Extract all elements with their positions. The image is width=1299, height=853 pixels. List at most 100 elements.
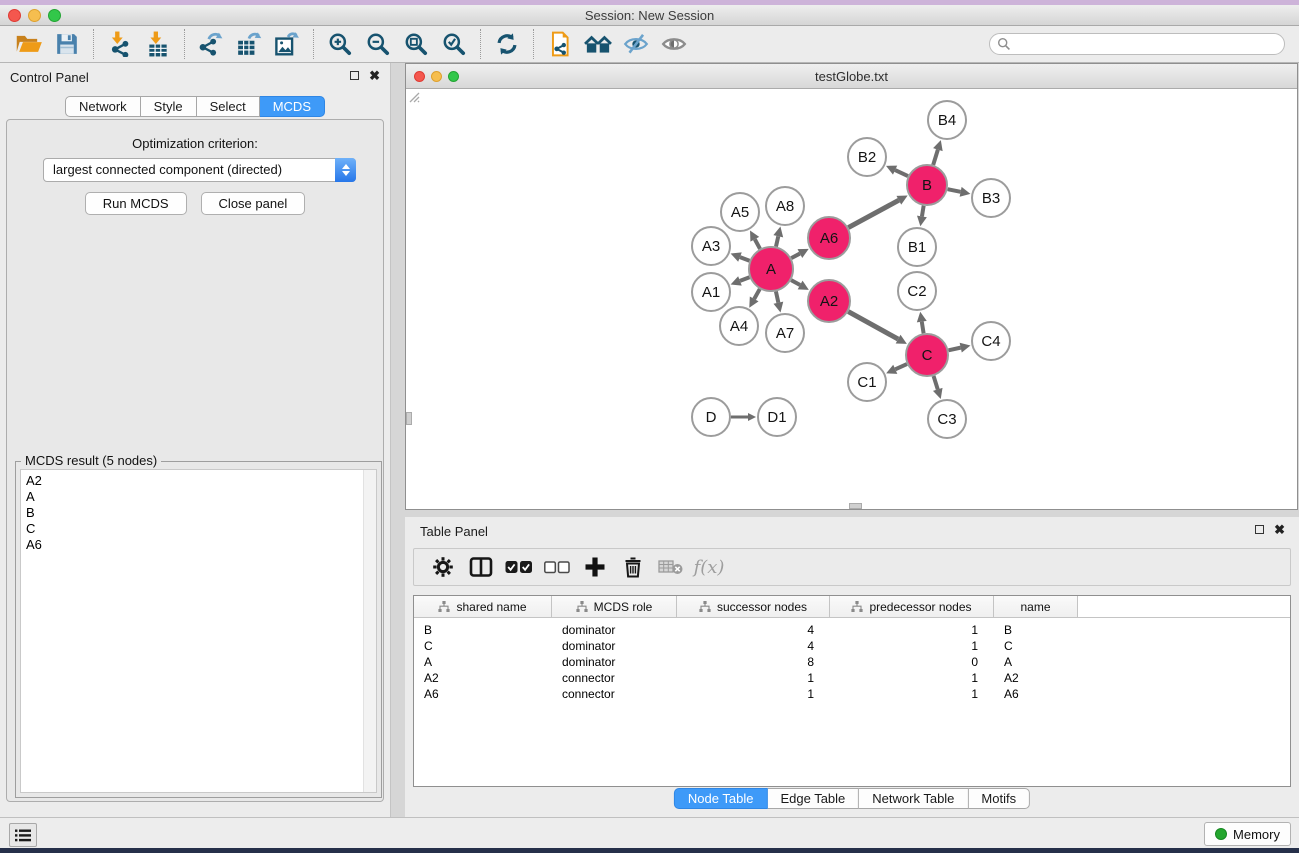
graph-node-B1[interactable]: B1 <box>898 228 936 266</box>
graph-edge[interactable] <box>755 239 760 249</box>
result-scrollbar[interactable] <box>363 470 376 792</box>
table-cell[interactable]: A2 <box>994 670 1078 686</box>
minimize-network-window-button[interactable] <box>431 71 442 82</box>
graph-node-A8[interactable]: A8 <box>766 187 804 225</box>
graph-node-B3[interactable]: B3 <box>972 179 1010 217</box>
table-row[interactable]: Adominator80A <box>414 654 1290 670</box>
mcds-result-item[interactable]: C <box>21 521 376 537</box>
mcds-result-item[interactable]: B <box>21 505 376 521</box>
graph-edge[interactable] <box>933 150 938 165</box>
graph-edge[interactable] <box>740 277 750 281</box>
zoom-network-window-button[interactable] <box>448 71 459 82</box>
table-cell[interactable]: 1 <box>830 638 994 654</box>
table-cell[interactable]: 1 <box>830 670 994 686</box>
zoom-selected-button[interactable] <box>435 28 473 60</box>
table-cell[interactable]: dominator <box>552 638 677 654</box>
graph-edge[interactable] <box>791 280 800 285</box>
mcds-result-list[interactable]: A2ABCA6 <box>20 469 377 793</box>
graph-node-A7[interactable]: A7 <box>766 314 804 352</box>
column-header-shared-name[interactable]: shared name <box>414 596 552 617</box>
graph-node-B[interactable]: B <box>907 165 947 205</box>
hide-graphics-details-button[interactable] <box>617 28 655 60</box>
run-mcds-button[interactable]: Run MCDS <box>85 192 187 215</box>
graph-edge[interactable] <box>922 206 924 217</box>
horizontal-scroll-thumb[interactable] <box>849 503 862 509</box>
home-button[interactable] <box>579 28 617 60</box>
table-cell[interactable]: A6 <box>994 686 1078 702</box>
graph-node-C3[interactable]: C3 <box>928 400 966 438</box>
column-header-successor-nodes[interactable]: successor nodes <box>677 596 830 617</box>
table-cell[interactable]: connector <box>552 670 677 686</box>
graph-edge[interactable] <box>754 289 760 299</box>
import-table-button[interactable] <box>139 28 177 60</box>
zoom-fit-button[interactable] <box>397 28 435 60</box>
graph-node-C[interactable]: C <box>906 334 948 376</box>
column-header-MCDS-role[interactable]: MCDS role <box>552 596 677 617</box>
close-table-panel-icon[interactable]: ✖ <box>1274 524 1285 535</box>
open-session-button[interactable] <box>10 28 48 60</box>
create-column-button[interactable] <box>578 552 612 582</box>
graph-node-A2[interactable]: A2 <box>808 280 850 322</box>
graph-node-A1[interactable]: A1 <box>692 273 730 311</box>
close-panel-icon[interactable]: ✖ <box>369 70 380 81</box>
graph-node-C1[interactable]: C1 <box>848 363 886 401</box>
close-window-button[interactable] <box>8 9 21 22</box>
zoom-window-button[interactable] <box>48 9 61 22</box>
tab-network-table[interactable]: Network Table <box>859 788 968 809</box>
refresh-layout-button[interactable] <box>488 28 526 60</box>
column-header-name[interactable]: name <box>994 596 1078 617</box>
memory-button[interactable]: Memory <box>1204 822 1291 846</box>
table-row[interactable]: Cdominator41C <box>414 638 1290 654</box>
table-settings-button[interactable] <box>426 552 460 582</box>
table-cell[interactable]: connector <box>552 686 677 702</box>
table-cell[interactable]: B <box>414 622 552 638</box>
deselect-all-columns-button[interactable] <box>540 552 574 582</box>
float-panel-icon[interactable] <box>350 71 359 80</box>
graph-edge[interactable] <box>895 364 907 369</box>
graph-node-A3[interactable]: A3 <box>692 227 730 265</box>
table-cell[interactable]: 1 <box>830 686 994 702</box>
vertical-scroll-thumb[interactable] <box>406 412 412 425</box>
graph-node-C4[interactable]: C4 <box>972 322 1010 360</box>
graph-edge[interactable] <box>934 376 938 389</box>
graph-edge[interactable] <box>740 257 750 261</box>
column-header-predecessor-nodes[interactable]: predecessor nodes <box>830 596 994 617</box>
select-all-columns-button[interactable] <box>502 552 536 582</box>
graph-node-A5[interactable]: A5 <box>721 193 759 231</box>
graph-edge[interactable] <box>776 291 778 302</box>
graph-node-A4[interactable]: A4 <box>720 307 758 345</box>
show-log-button[interactable] <box>9 823 37 847</box>
show-columns-button[interactable] <box>464 552 498 582</box>
graph-node-D[interactable]: D <box>692 398 730 436</box>
graph-edge[interactable] <box>895 170 908 176</box>
tab-style[interactable]: Style <box>141 96 197 117</box>
graph-edge[interactable] <box>948 348 960 351</box>
table-cell[interactable]: B <box>994 622 1078 638</box>
graph-edge[interactable] <box>848 312 898 339</box>
tab-network[interactable]: Network <box>65 96 141 117</box>
table-cell[interactable]: 1 <box>677 686 830 702</box>
tab-motifs[interactable]: Motifs <box>968 788 1030 809</box>
close-network-window-button[interactable] <box>414 71 425 82</box>
clone-network-button[interactable] <box>541 28 579 60</box>
graph-node-A[interactable]: A <box>749 247 793 291</box>
table-cell[interactable]: 0 <box>830 654 994 670</box>
table-row[interactable]: A6connector11A6 <box>414 686 1290 702</box>
table-cell[interactable]: 4 <box>677 622 830 638</box>
table-cell[interactable]: dominator <box>552 654 677 670</box>
tab-select[interactable]: Select <box>197 96 260 117</box>
graph-edge[interactable] <box>776 236 778 246</box>
birds-eye-view-button[interactable] <box>655 28 693 60</box>
window-controls[interactable] <box>8 9 61 22</box>
zoom-out-button[interactable] <box>359 28 397 60</box>
table-cell[interactable]: A6 <box>414 686 552 702</box>
tab-mcds[interactable]: MCDS <box>260 96 325 117</box>
table-row[interactable]: A2connector11A2 <box>414 670 1290 686</box>
graph-edge[interactable] <box>948 189 961 192</box>
table-cell[interactable]: 1 <box>677 670 830 686</box>
table-cell[interactable]: 8 <box>677 654 830 670</box>
table-cell[interactable]: A <box>414 654 552 670</box>
network-window-controls[interactable] <box>414 71 459 82</box>
table-cell[interactable]: 4 <box>677 638 830 654</box>
save-session-button[interactable] <box>48 28 86 60</box>
